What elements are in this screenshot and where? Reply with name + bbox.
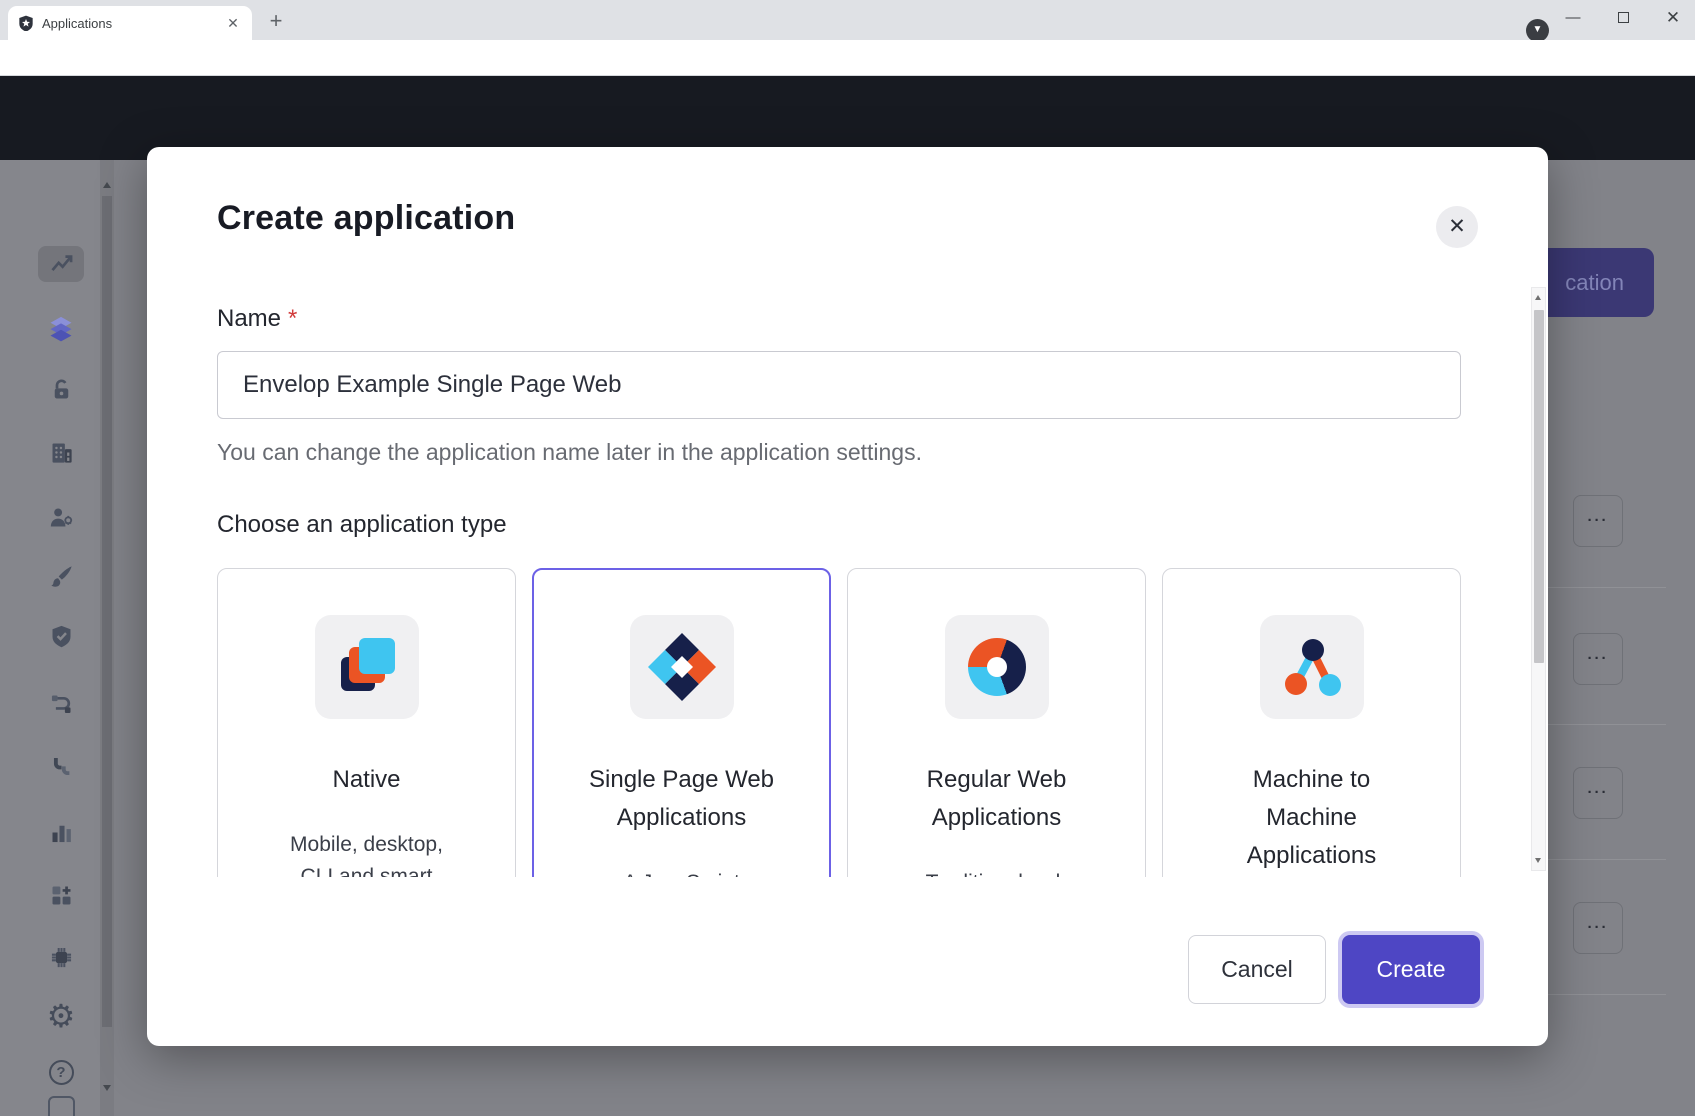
sidebar-item-authentication-lock[interactable] <box>47 375 75 403</box>
modal-scroll-thumb[interactable] <box>1534 310 1544 663</box>
window-minimize-button[interactable]: — <box>1556 4 1590 32</box>
window-maximize-button[interactable] <box>1606 4 1640 32</box>
regular-web-app-icon <box>945 615 1049 719</box>
row-divider <box>1546 859 1666 860</box>
row-menu-button: ··· <box>1573 767 1623 819</box>
sidebar-item-partial-bottom[interactable] <box>47 1097 75 1116</box>
browser-tab-bar: Applications ✕ + ▼ — ✕ <box>0 0 1695 40</box>
application-type-label: Choose an application type <box>217 511 507 539</box>
scroll-up-icon[interactable] <box>1535 295 1541 300</box>
card-description: Mobile, desktop, CLI and smart <box>281 829 453 877</box>
window-close-button[interactable]: ✕ <box>1656 4 1690 32</box>
sidebar-nav: ⚙? <box>0 160 114 1116</box>
card-title: Machine to Machine Applications <box>1219 761 1404 875</box>
card-description: Traditional web <box>911 867 1083 877</box>
app-type-card-native[interactable]: Native Mobile, desktop, CLI and smart <box>217 568 516 877</box>
sidebar-item-settings-gear[interactable]: ⚙ <box>47 1002 75 1030</box>
sidebar-item-actions-flow[interactable] <box>47 690 75 718</box>
modal-footer: Cancel Create <box>147 877 1548 1046</box>
row-divider <box>1546 587 1666 588</box>
tab-close-icon[interactable]: ✕ <box>224 14 242 32</box>
required-asterisk: * <box>288 305 297 332</box>
sidebar-item-user-management[interactable] <box>47 503 75 531</box>
sidebar-item-branding-brush[interactable] <box>47 562 75 590</box>
sidebar-item-security-shield[interactable] <box>47 622 75 650</box>
sidebar-item-auth-pipeline[interactable] <box>47 753 75 781</box>
sidebar-item-marketplace[interactable] <box>47 881 75 909</box>
browser-toolbar: ← → ↻ manage.auth0.com/dashboard/eu/drea… <box>0 40 1695 76</box>
chrome-update-icon[interactable]: ▼ <box>1526 19 1549 42</box>
create-application-button-text: cation <box>1565 270 1624 296</box>
row-divider <box>1546 724 1666 725</box>
native-app-icon <box>315 615 419 719</box>
create-application-modal: Create application ✕ Name* You can chang… <box>147 147 1548 1046</box>
row-menu-button: ··· <box>1573 633 1623 685</box>
tab-title: Applications <box>42 16 224 31</box>
sidebar-item-monitoring-chart[interactable] <box>47 818 75 846</box>
sidebar-item-help[interactable]: ? <box>47 1058 75 1086</box>
card-title: Single Page Web Applications <box>589 761 774 837</box>
spa-app-icon <box>630 615 734 719</box>
sidebar-scrollbar[interactable] <box>100 160 114 1116</box>
screen: Applications ✕ + ▼ — ✕ ← → ↻ manage.auth… <box>0 0 1695 1116</box>
create-button[interactable]: Create <box>1342 935 1480 1004</box>
name-label: Name* <box>217 305 297 333</box>
card-description: A JavaScript <box>596 867 768 877</box>
sidebar-scroll-thumb[interactable] <box>102 196 112 1027</box>
card-title: Regular Web Applications <box>904 761 1089 837</box>
row-menu-button: ··· <box>1573 495 1623 547</box>
modal-title: Create application <box>217 199 515 238</box>
sidebar-item-extensions-chip[interactable] <box>47 943 75 971</box>
row-divider <box>1546 994 1666 995</box>
sidebar-item-activity[interactable] <box>47 250 75 278</box>
cancel-button[interactable]: Cancel <box>1188 935 1326 1004</box>
card-title: Native <box>274 761 459 799</box>
scroll-down-icon[interactable] <box>1535 858 1541 863</box>
application-type-cards: Native Mobile, desktop, CLI and smart Sing… <box>217 568 1461 877</box>
app-type-card-regular-web-applications[interactable]: Regular Web Applications Traditional web <box>847 568 1146 877</box>
scroll-up-icon[interactable] <box>103 182 111 188</box>
sidebar-item-organizations-building[interactable] <box>47 438 75 466</box>
modal-body: Create application ✕ Name* You can chang… <box>147 147 1548 877</box>
sidebar-item-applications-layers[interactable] <box>47 314 75 342</box>
browser-tab[interactable]: Applications ✕ <box>8 6 252 40</box>
new-tab-button[interactable]: + <box>262 8 290 36</box>
app-type-card-single-page-web-applications[interactable]: Single Page Web Applications A JavaScript <box>532 568 831 877</box>
name-help-text: You can change the application name late… <box>217 439 922 466</box>
modal-close-button[interactable]: ✕ <box>1436 206 1478 248</box>
row-menu-button: ··· <box>1573 902 1623 954</box>
auth0-favicon-icon <box>18 15 34 31</box>
scroll-down-icon[interactable] <box>103 1085 111 1091</box>
application-name-input[interactable] <box>217 351 1461 419</box>
m2m-app-icon <box>1260 615 1364 719</box>
app-type-card-machine-to-machine-applications[interactable]: Machine to Machine Applications <box>1162 568 1461 877</box>
modal-scrollbar[interactable] <box>1531 287 1546 871</box>
